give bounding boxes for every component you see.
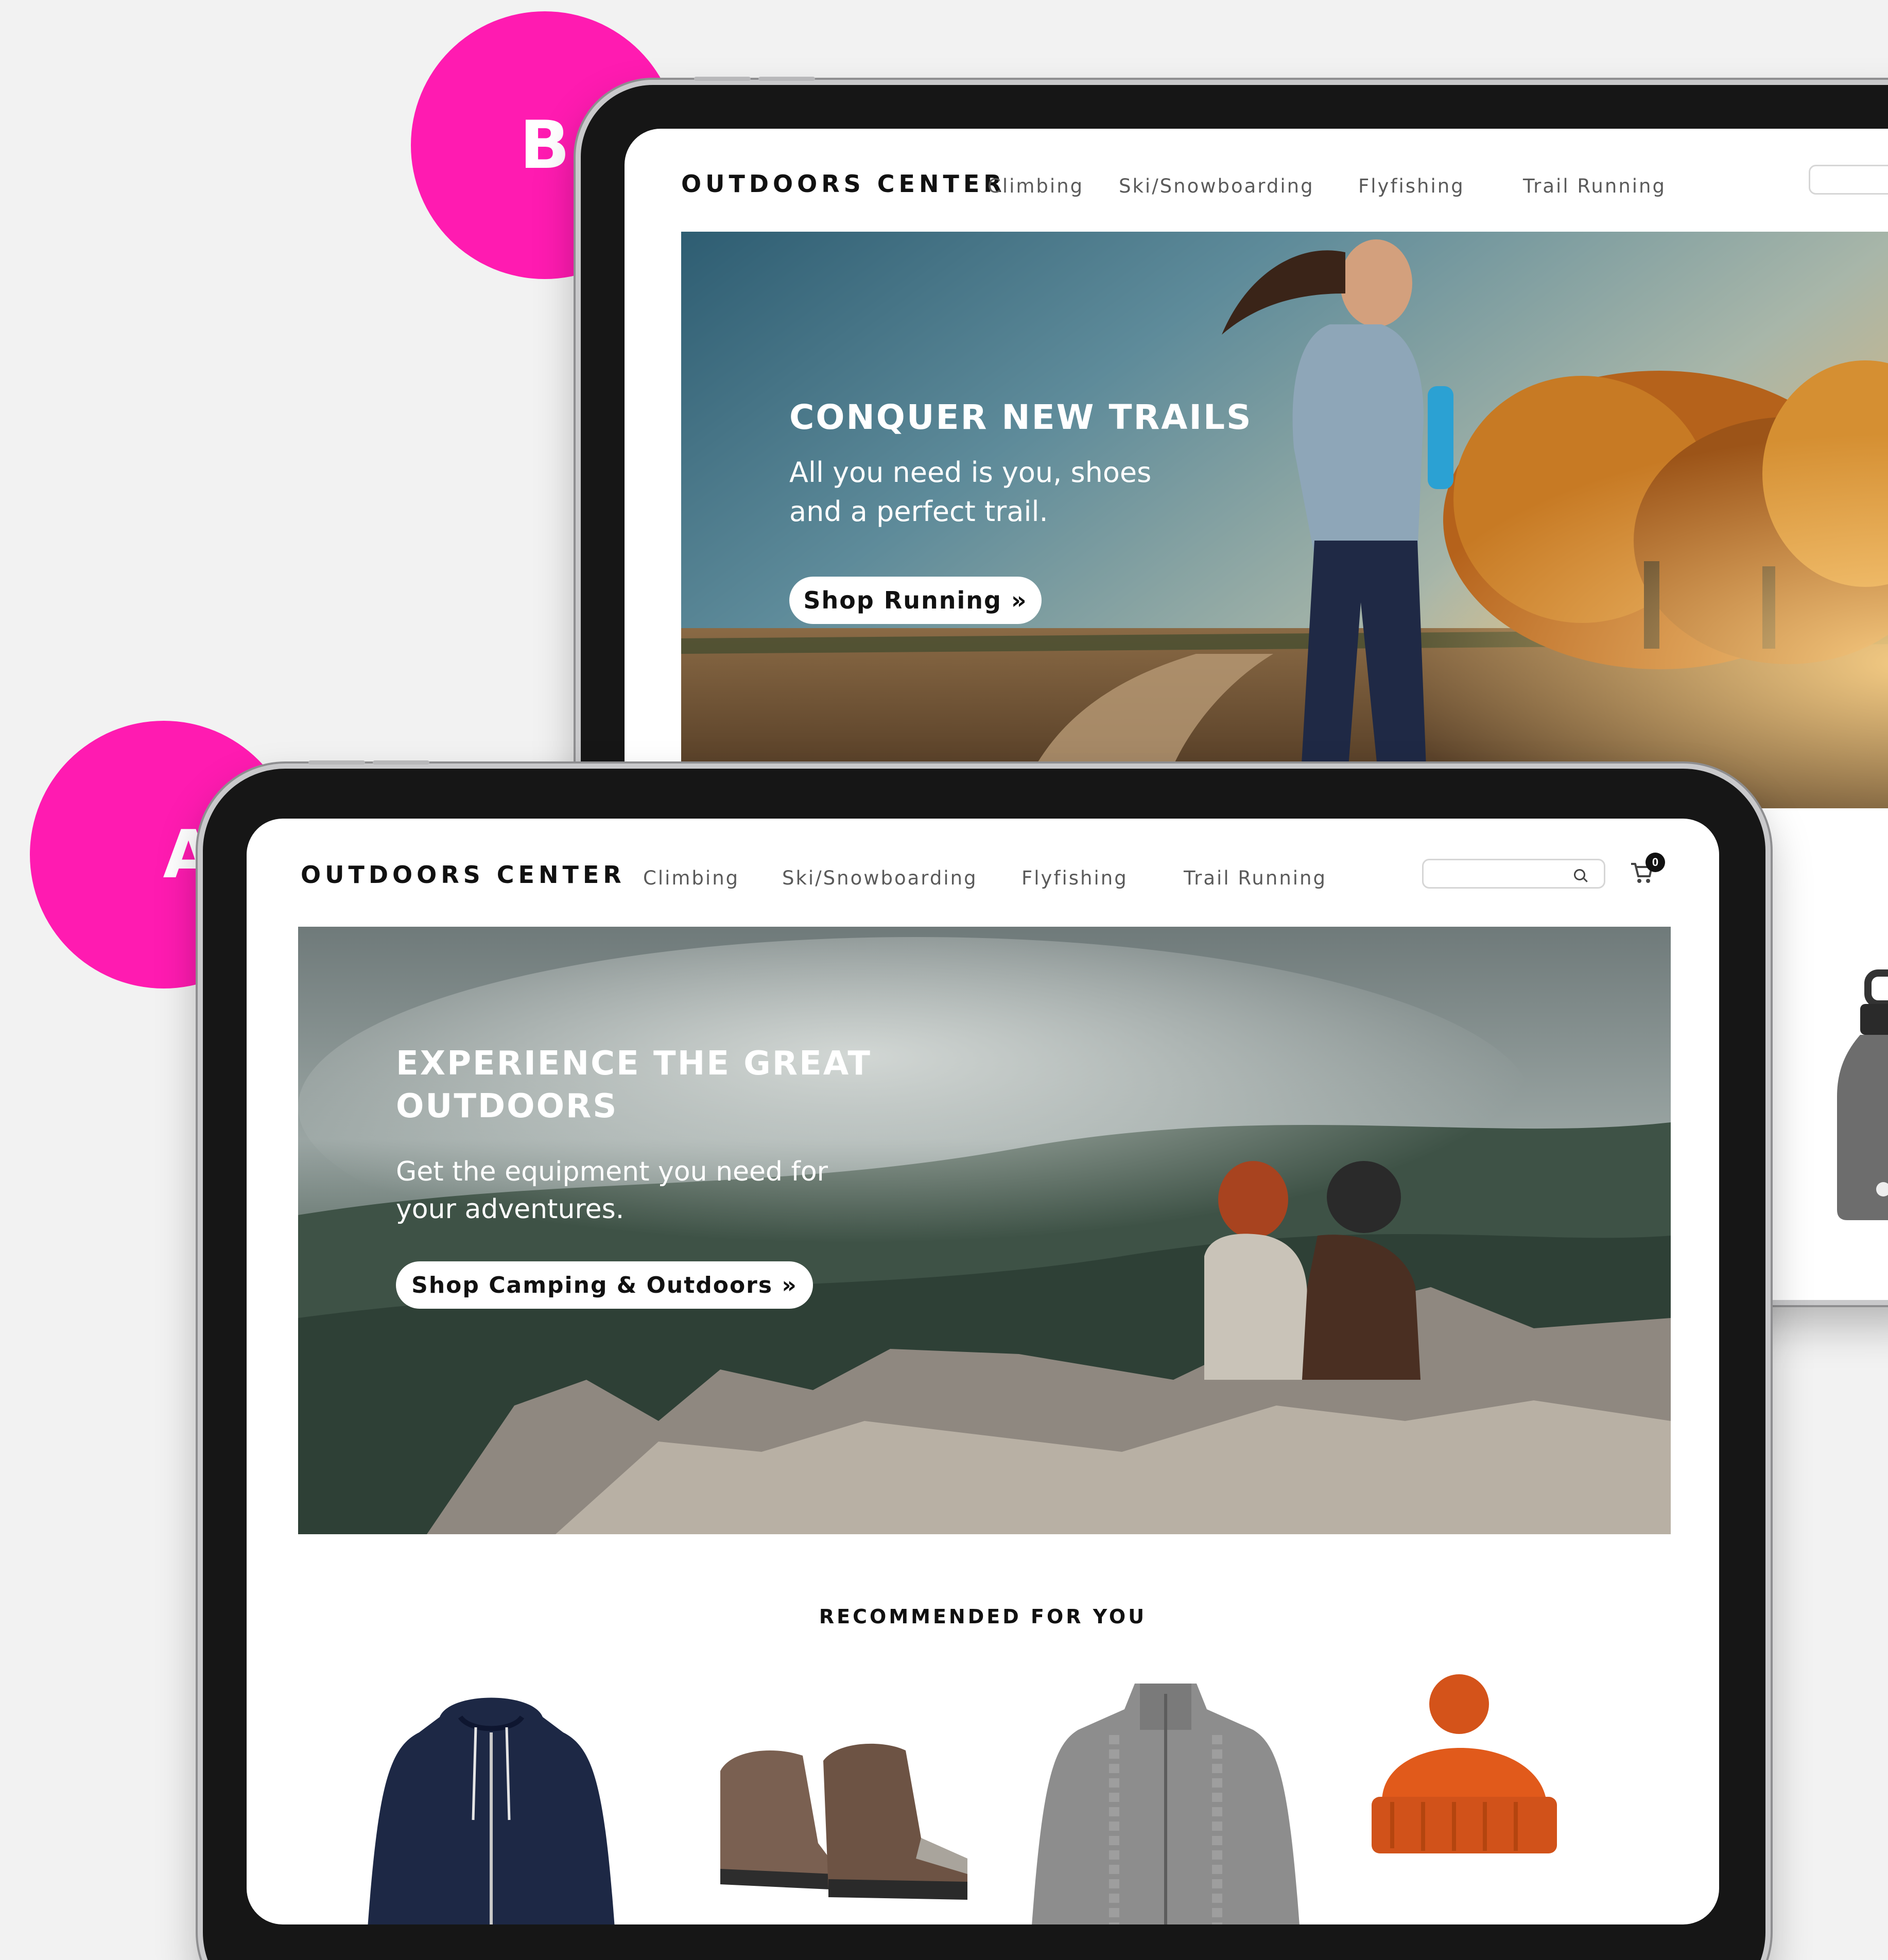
search-icon[interactable]: [1574, 869, 1585, 880]
hero-banner: CONQUER NEW TRAILS All you need is you, …: [681, 232, 1888, 808]
nav-climbing[interactable]: Climbing: [643, 867, 739, 889]
nav-trail-running[interactable]: Trail Running: [1523, 175, 1666, 197]
hero-subtitle: Get the equipment you need for your adve…: [396, 1153, 828, 1228]
product-navy-rain-jacket[interactable]: [357, 1686, 625, 1924]
volume-button: [758, 77, 815, 81]
hero-subtitle-line: All you need is you, shoes: [789, 456, 1152, 489]
nav-climbing[interactable]: Climbing: [988, 175, 1084, 197]
shop-running-button[interactable]: Shop Running »: [789, 577, 1042, 624]
water-bottle-product[interactable]: [1832, 968, 1888, 1225]
cart-button[interactable]: 0: [1629, 853, 1665, 891]
search-input[interactable]: [1422, 859, 1605, 889]
site-header: OUTDOORS CENTER Climbing Ski/Snowboardin…: [625, 129, 1888, 232]
hero-outdoors-photo: [298, 927, 1671, 1534]
hero-title-line: EXPERIENCE THE GREAT: [396, 1045, 872, 1083]
hero-title-line: OUTDOORS: [396, 1087, 618, 1126]
hero-subtitle-line: and a perfect trail.: [789, 495, 1048, 528]
nav-trail-running[interactable]: Trail Running: [1184, 867, 1327, 889]
site-logo[interactable]: OUTDOORS CENTER: [681, 170, 1006, 198]
hero-subtitle-line: your adventures.: [396, 1193, 625, 1225]
recommended-heading: RECOMMENDED FOR YOU: [819, 1605, 1147, 1628]
hero-subtitle-line: Get the equipment you need for: [396, 1156, 828, 1187]
screen-variant-a: OUTDOORS CENTER Climbing Ski/Snowboardin…: [247, 819, 1719, 1924]
tablet-variant-a: OUTDOORS CENTER Climbing Ski/Snowboardin…: [198, 760, 1771, 1960]
volume-button: [308, 760, 365, 765]
comparison-stage: B OUTDOORS CENTER Climbing Ski/Snowboard…: [0, 0, 1888, 1960]
nav-ski-snowboarding[interactable]: Ski/Snowboarding: [782, 867, 978, 889]
product-orange-beanie[interactable]: [1351, 1673, 1578, 1864]
product-grey-knit-cardigan[interactable]: [1021, 1673, 1310, 1924]
volume-button: [373, 760, 429, 765]
site-header: OUTDOORS CENTER Climbing Ski/Snowboardin…: [247, 819, 1719, 922]
site-logo[interactable]: OUTDOORS CENTER: [301, 861, 626, 889]
hero-banner: EXPERIENCE THE GREAT OUTDOORS Get the eq…: [298, 927, 1671, 1534]
hero-subtitle: All you need is you, shoes and a perfect…: [789, 453, 1151, 531]
product-hiking-boots[interactable]: [700, 1725, 988, 1905]
cart-count-badge: 0: [1645, 853, 1665, 872]
nav-flyfishing[interactable]: Flyfishing: [1358, 175, 1465, 197]
shop-camping-outdoors-button[interactable]: Shop Camping & Outdoors »: [396, 1261, 813, 1309]
volume-button: [694, 77, 751, 81]
hero-title: CONQUER NEW TRAILS: [789, 397, 1253, 437]
search-input[interactable]: [1809, 165, 1888, 195]
hero-title: EXPERIENCE THE GREAT OUTDOORS: [396, 1043, 872, 1128]
nav-ski-snowboarding[interactable]: Ski/Snowboarding: [1119, 175, 1314, 197]
variant-b-label: B: [519, 107, 570, 184]
nav-flyfishing[interactable]: Flyfishing: [1021, 867, 1128, 889]
